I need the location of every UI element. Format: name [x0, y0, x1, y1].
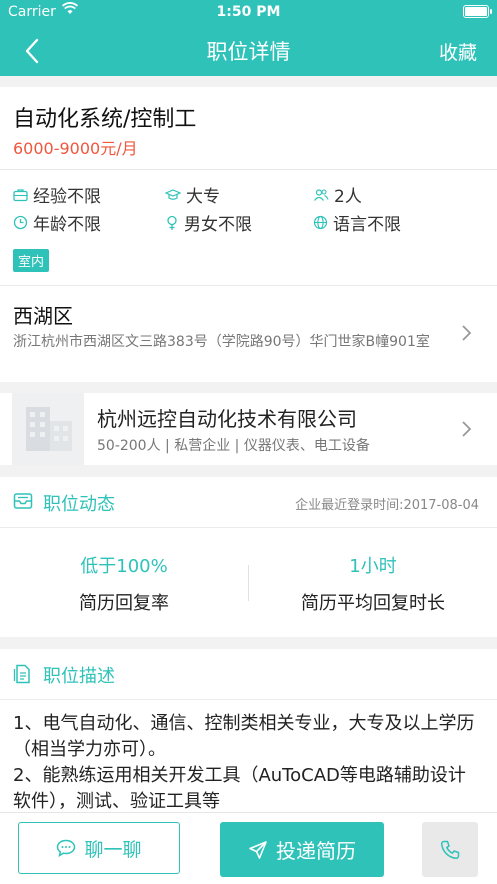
address-row[interactable]: 西湖区 浙江杭州市西湖区文三路383号（学院路90号）华门世家B幢901室	[0, 285, 497, 382]
divider	[0, 169, 497, 170]
page-title: 职位详情	[206, 40, 291, 64]
company-row[interactable]: 杭州远控自动化技术有限公司 50-200人 | 私营企业 | 仪器仪表、电工设备	[0, 393, 497, 465]
section-title: 职位动态	[43, 494, 115, 515]
apply-resume-button[interactable]: 投递简历	[220, 822, 384, 877]
gender-icon	[167, 215, 177, 230]
requirement-text: 2人	[334, 187, 362, 207]
call-button[interactable]	[422, 822, 478, 877]
requirement-text: 语言不限	[333, 215, 401, 235]
requirement-text: 年龄不限	[33, 215, 101, 235]
phone-icon	[440, 840, 460, 859]
section-title: 职位描述	[43, 666, 115, 687]
address-district: 西湖区	[13, 304, 73, 328]
apply-button-label: 投递简历	[276, 839, 356, 863]
clock-icon	[13, 215, 28, 230]
last-login-time: 企业最近登录时间:2017-08-04	[295, 498, 479, 513]
building-icon	[26, 407, 72, 451]
graduation-cap-icon	[165, 188, 181, 200]
requirement-gender: 男女不限	[165, 210, 252, 235]
requirement-text: 男女不限	[184, 215, 252, 235]
job-salary: 6000-9000元/月	[13, 139, 138, 158]
reply-rate-label: 简历回复率	[79, 593, 169, 614]
section-header: 职位描述	[0, 649, 497, 700]
reply-time-value: 1小时	[349, 556, 397, 577]
requirement-language: 语言不限	[313, 210, 401, 235]
status-bar: Carrier 1:50 PM	[0, 0, 497, 26]
inbox-icon	[13, 493, 33, 509]
company-logo	[12, 393, 84, 465]
section-header: 职位动态 企业最近登录时间:2017-08-04	[0, 477, 497, 528]
work-environment-tag: 室内	[13, 249, 50, 272]
document-icon	[13, 664, 30, 684]
company-info: 50-200人 | 私营企业 | 仪器仪表、电工设备	[97, 438, 370, 454]
requirement-education: 大专	[165, 182, 220, 207]
requirement-text: 大专	[186, 187, 220, 207]
bottom-action-bar: 聊一聊 投递简历	[0, 812, 497, 884]
job-dynamics-section: 职位动态 企业最近登录时间:2017-08-04 低于100% 简历回复率 1小…	[0, 477, 497, 637]
reply-time-label: 简历平均回复时长	[301, 593, 445, 614]
chevron-right-icon	[462, 421, 472, 437]
company-name: 杭州远控自动化技术有限公司	[97, 407, 357, 431]
job-title: 自动化系统/控制工	[13, 107, 197, 132]
requirement-experience: 经验不限	[13, 182, 101, 207]
job-summary-card: 自动化系统/控制工 6000-9000元/月 经验不限 大专 2人 年龄不限 男…	[0, 87, 497, 285]
description-line: 1、电气自动化、通信、控制类相关专业，大专及以上学历（相当学力亦可）。	[13, 713, 475, 760]
requirement-headcount: 2人	[313, 182, 362, 207]
description-line: 2、能熟练运用相关开发工具（AuToCAD等电路辅助设计软件），测试、验证工具等	[13, 765, 466, 812]
chat-button-label: 聊一聊	[84, 838, 142, 861]
description-body: 1、电气自动化、通信、控制类相关专业，大专及以上学历（相当学力亦可）。 2、能熟…	[13, 711, 483, 815]
status-time: 1:50 PM	[216, 4, 281, 20]
requirement-age: 年龄不限	[13, 210, 101, 235]
briefcase-icon	[13, 188, 28, 201]
send-icon	[249, 840, 267, 859]
people-icon	[314, 188, 329, 201]
favorite-button[interactable]: 收藏	[439, 38, 477, 65]
chat-bubble-icon	[57, 839, 76, 857]
requirement-text: 经验不限	[33, 187, 101, 207]
chat-button[interactable]: 聊一聊	[18, 822, 180, 874]
battery-icon	[463, 5, 492, 18]
address-detail: 浙江杭州市西湖区文三路383号（学院路90号）华门世家B幢901室	[13, 334, 430, 350]
reply-rate-value: 低于100%	[80, 556, 168, 577]
globe-icon	[313, 215, 328, 230]
chevron-right-icon	[462, 325, 472, 341]
app-header: Carrier 1:50 PM 职位详情 收藏	[0, 0, 497, 76]
